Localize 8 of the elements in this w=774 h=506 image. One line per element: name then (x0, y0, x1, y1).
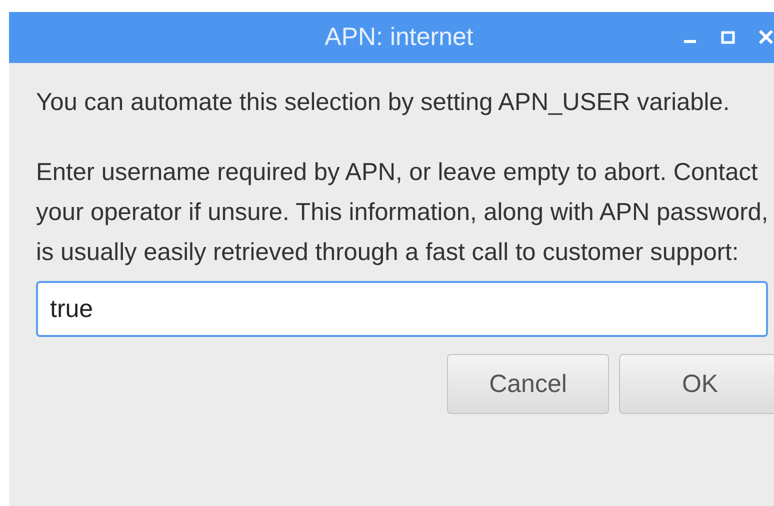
message-text: Enter username required by APN, or leave empty to abort. Contact your operator if unsure. This information, along with APN password, is usually easily retrieved through a fast call to customer support: (36, 158, 770, 268)
window-title: APN: internet (324, 23, 474, 52)
maximize-icon[interactable] (720, 29, 736, 45)
ok-button[interactable]: OK (619, 354, 774, 414)
close-icon[interactable] (758, 29, 774, 45)
message-text: You can automate this selection by setting APN_USER variable. (36, 88, 731, 118)
username-input[interactable]: true (36, 281, 768, 337)
cancel-button[interactable]: Cancel (447, 354, 609, 414)
